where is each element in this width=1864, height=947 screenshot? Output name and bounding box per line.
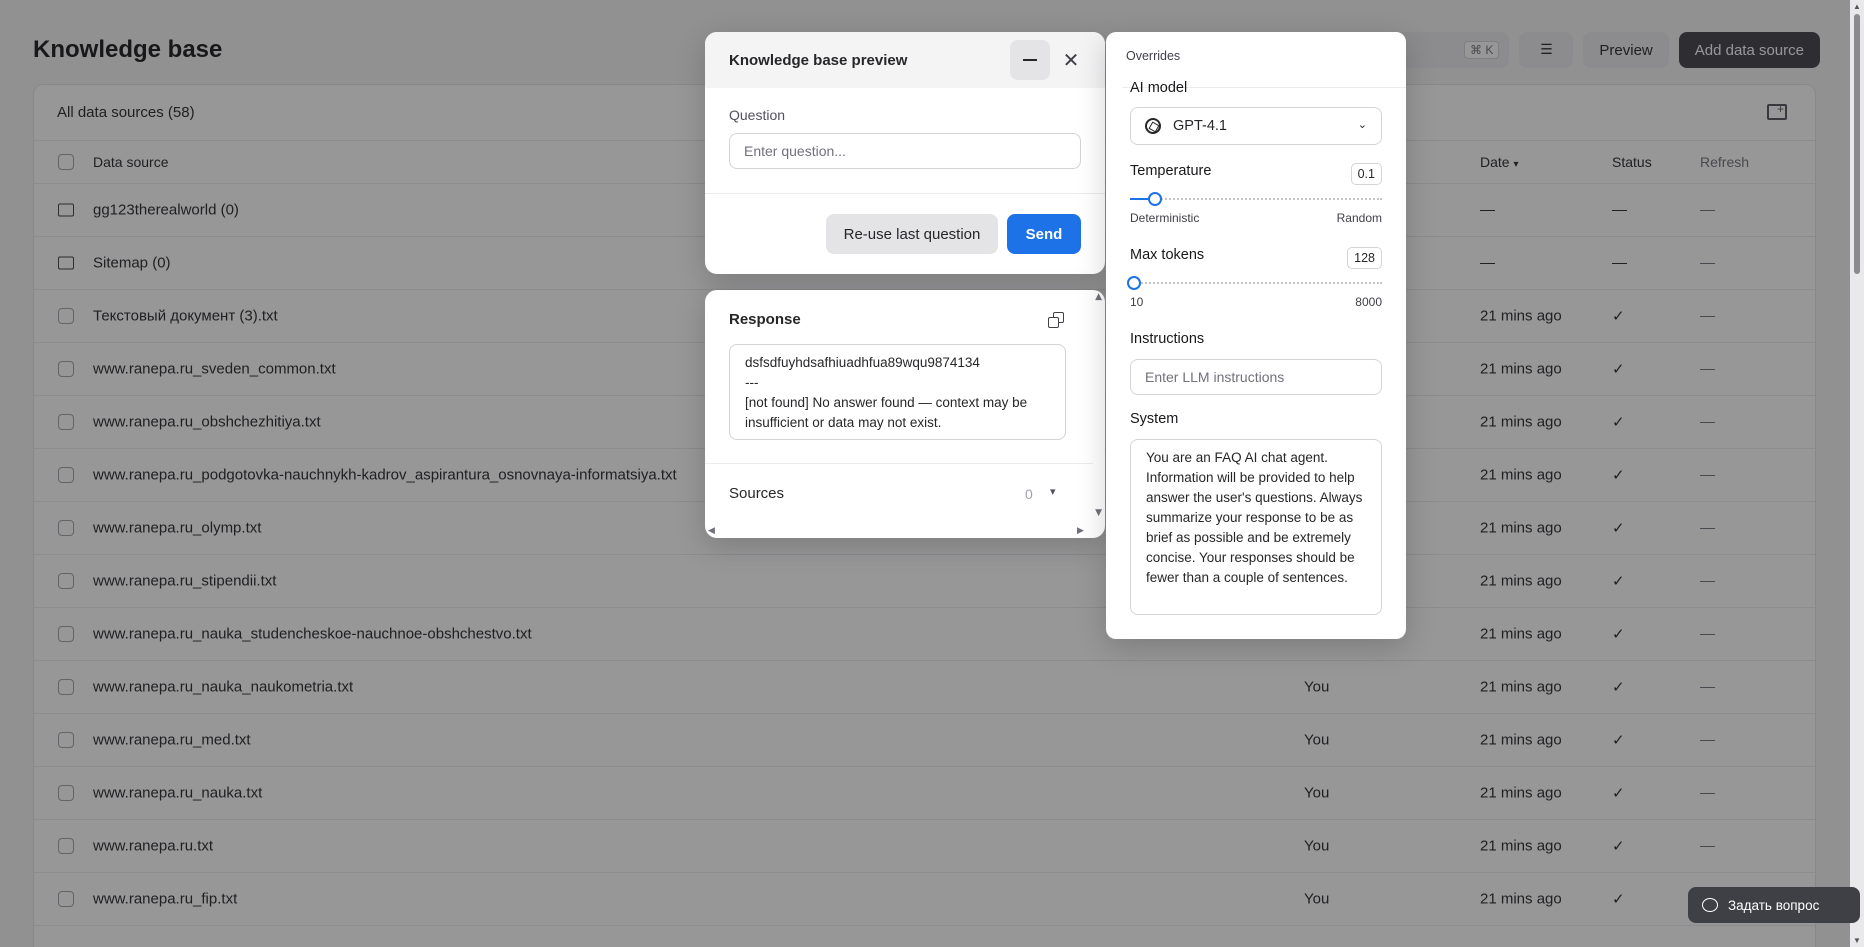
system-label: System [1130, 411, 1179, 427]
ai-model-value: GPT-4.1 [1173, 118, 1227, 134]
max-tokens-min-label: 10 [1130, 295, 1144, 309]
scroll-up-arrow-icon[interactable]: ▲ [1095, 292, 1102, 302]
openai-logo-icon [1145, 118, 1161, 134]
response-line: [not found] No answer found — context ma… [745, 395, 1028, 430]
system-prompt-textarea[interactable]: You are an FAQ AI chat agent. Informatio… [1130, 439, 1382, 615]
chat-bubble-icon [1702, 898, 1718, 912]
scroll-up-arrow-icon[interactable]: ▲ [1853, 2, 1861, 11]
response-title: Response [729, 311, 801, 328]
response-panel: Response dsfsdfuyhdsafhiuadhfua89wqu9874… [705, 290, 1105, 538]
sources-count: 0 [1025, 486, 1033, 502]
response-line: dsfsdfuyhdsafhiuadhfua89wqu9874134 [745, 355, 980, 370]
chevron-down-icon[interactable]: ▾ [1050, 485, 1056, 498]
reuse-last-question-button[interactable]: Re-use last question [826, 214, 998, 254]
minus-icon [1023, 59, 1037, 61]
divider [705, 463, 1093, 464]
temperature-label: Temperature [1130, 163, 1212, 179]
scroll-down-arrow-icon[interactable]: ▼ [1853, 936, 1861, 945]
kb-preview-header: Knowledge base preview ✕ [705, 32, 1105, 88]
slider-thumb[interactable] [1148, 192, 1163, 206]
scroll-down-arrow-icon[interactable]: ▼ [1095, 508, 1102, 518]
ask-question-label: Задать вопрос [1728, 897, 1820, 913]
divider [705, 193, 1105, 194]
question-input[interactable] [729, 133, 1081, 169]
response-line: --- [745, 375, 759, 390]
sources-label[interactable]: Sources [729, 485, 784, 502]
temperature-value[interactable]: 0.1 [1350, 163, 1382, 185]
kb-preview-dialog: Knowledge base preview ✕ Question Re-use… [705, 32, 1105, 274]
scroll-left-arrow-icon[interactable]: ◀ [708, 526, 715, 536]
response-text: dsfsdfuyhdsafhiuadhfua89wqu9874134 --- [… [729, 344, 1066, 440]
overrides-panel: Overrides AI model GPT-4.1 ⌄ Temperature… [1106, 32, 1406, 639]
scroll-thumb[interactable] [1854, 14, 1860, 274]
minimize-button[interactable] [1010, 40, 1050, 80]
ask-question-widget-button[interactable]: Задать вопрос [1688, 887, 1860, 923]
overrides-title: Overrides [1126, 49, 1181, 63]
page-scrollbar[interactable]: ▲ ▼ [1850, 0, 1864, 947]
chevron-down-icon: ⌄ [1357, 118, 1367, 131]
temperature-min-label: Deterministic [1130, 211, 1200, 225]
question-label: Question [729, 107, 786, 123]
ai-model-label: AI model [1130, 80, 1188, 96]
kb-preview-title: Knowledge base preview [729, 51, 908, 69]
max-tokens-max-label: 8000 [1355, 295, 1382, 309]
temperature-max-label: Random [1336, 211, 1382, 225]
instructions-label: Instructions [1130, 331, 1205, 347]
slider-thumb[interactable] [1126, 276, 1141, 290]
send-button[interactable]: Send [1007, 214, 1081, 254]
copy-icon[interactable] [1048, 312, 1066, 330]
close-icon: ✕ [1062, 48, 1080, 72]
scroll-right-arrow-icon[interactable]: ▶ [1077, 526, 1084, 536]
max-tokens-value[interactable]: 128 [1347, 247, 1382, 269]
max-tokens-slider[interactable] [1126, 275, 1382, 291]
ai-model-select[interactable]: GPT-4.1 ⌄ [1130, 107, 1382, 145]
instructions-input[interactable] [1130, 359, 1382, 395]
slider-track [1130, 282, 1382, 284]
temperature-slider[interactable] [1130, 191, 1382, 207]
close-button[interactable]: ✕ [1057, 46, 1085, 74]
slider-track [1130, 198, 1382, 200]
max-tokens-label: Max tokens [1130, 247, 1205, 263]
